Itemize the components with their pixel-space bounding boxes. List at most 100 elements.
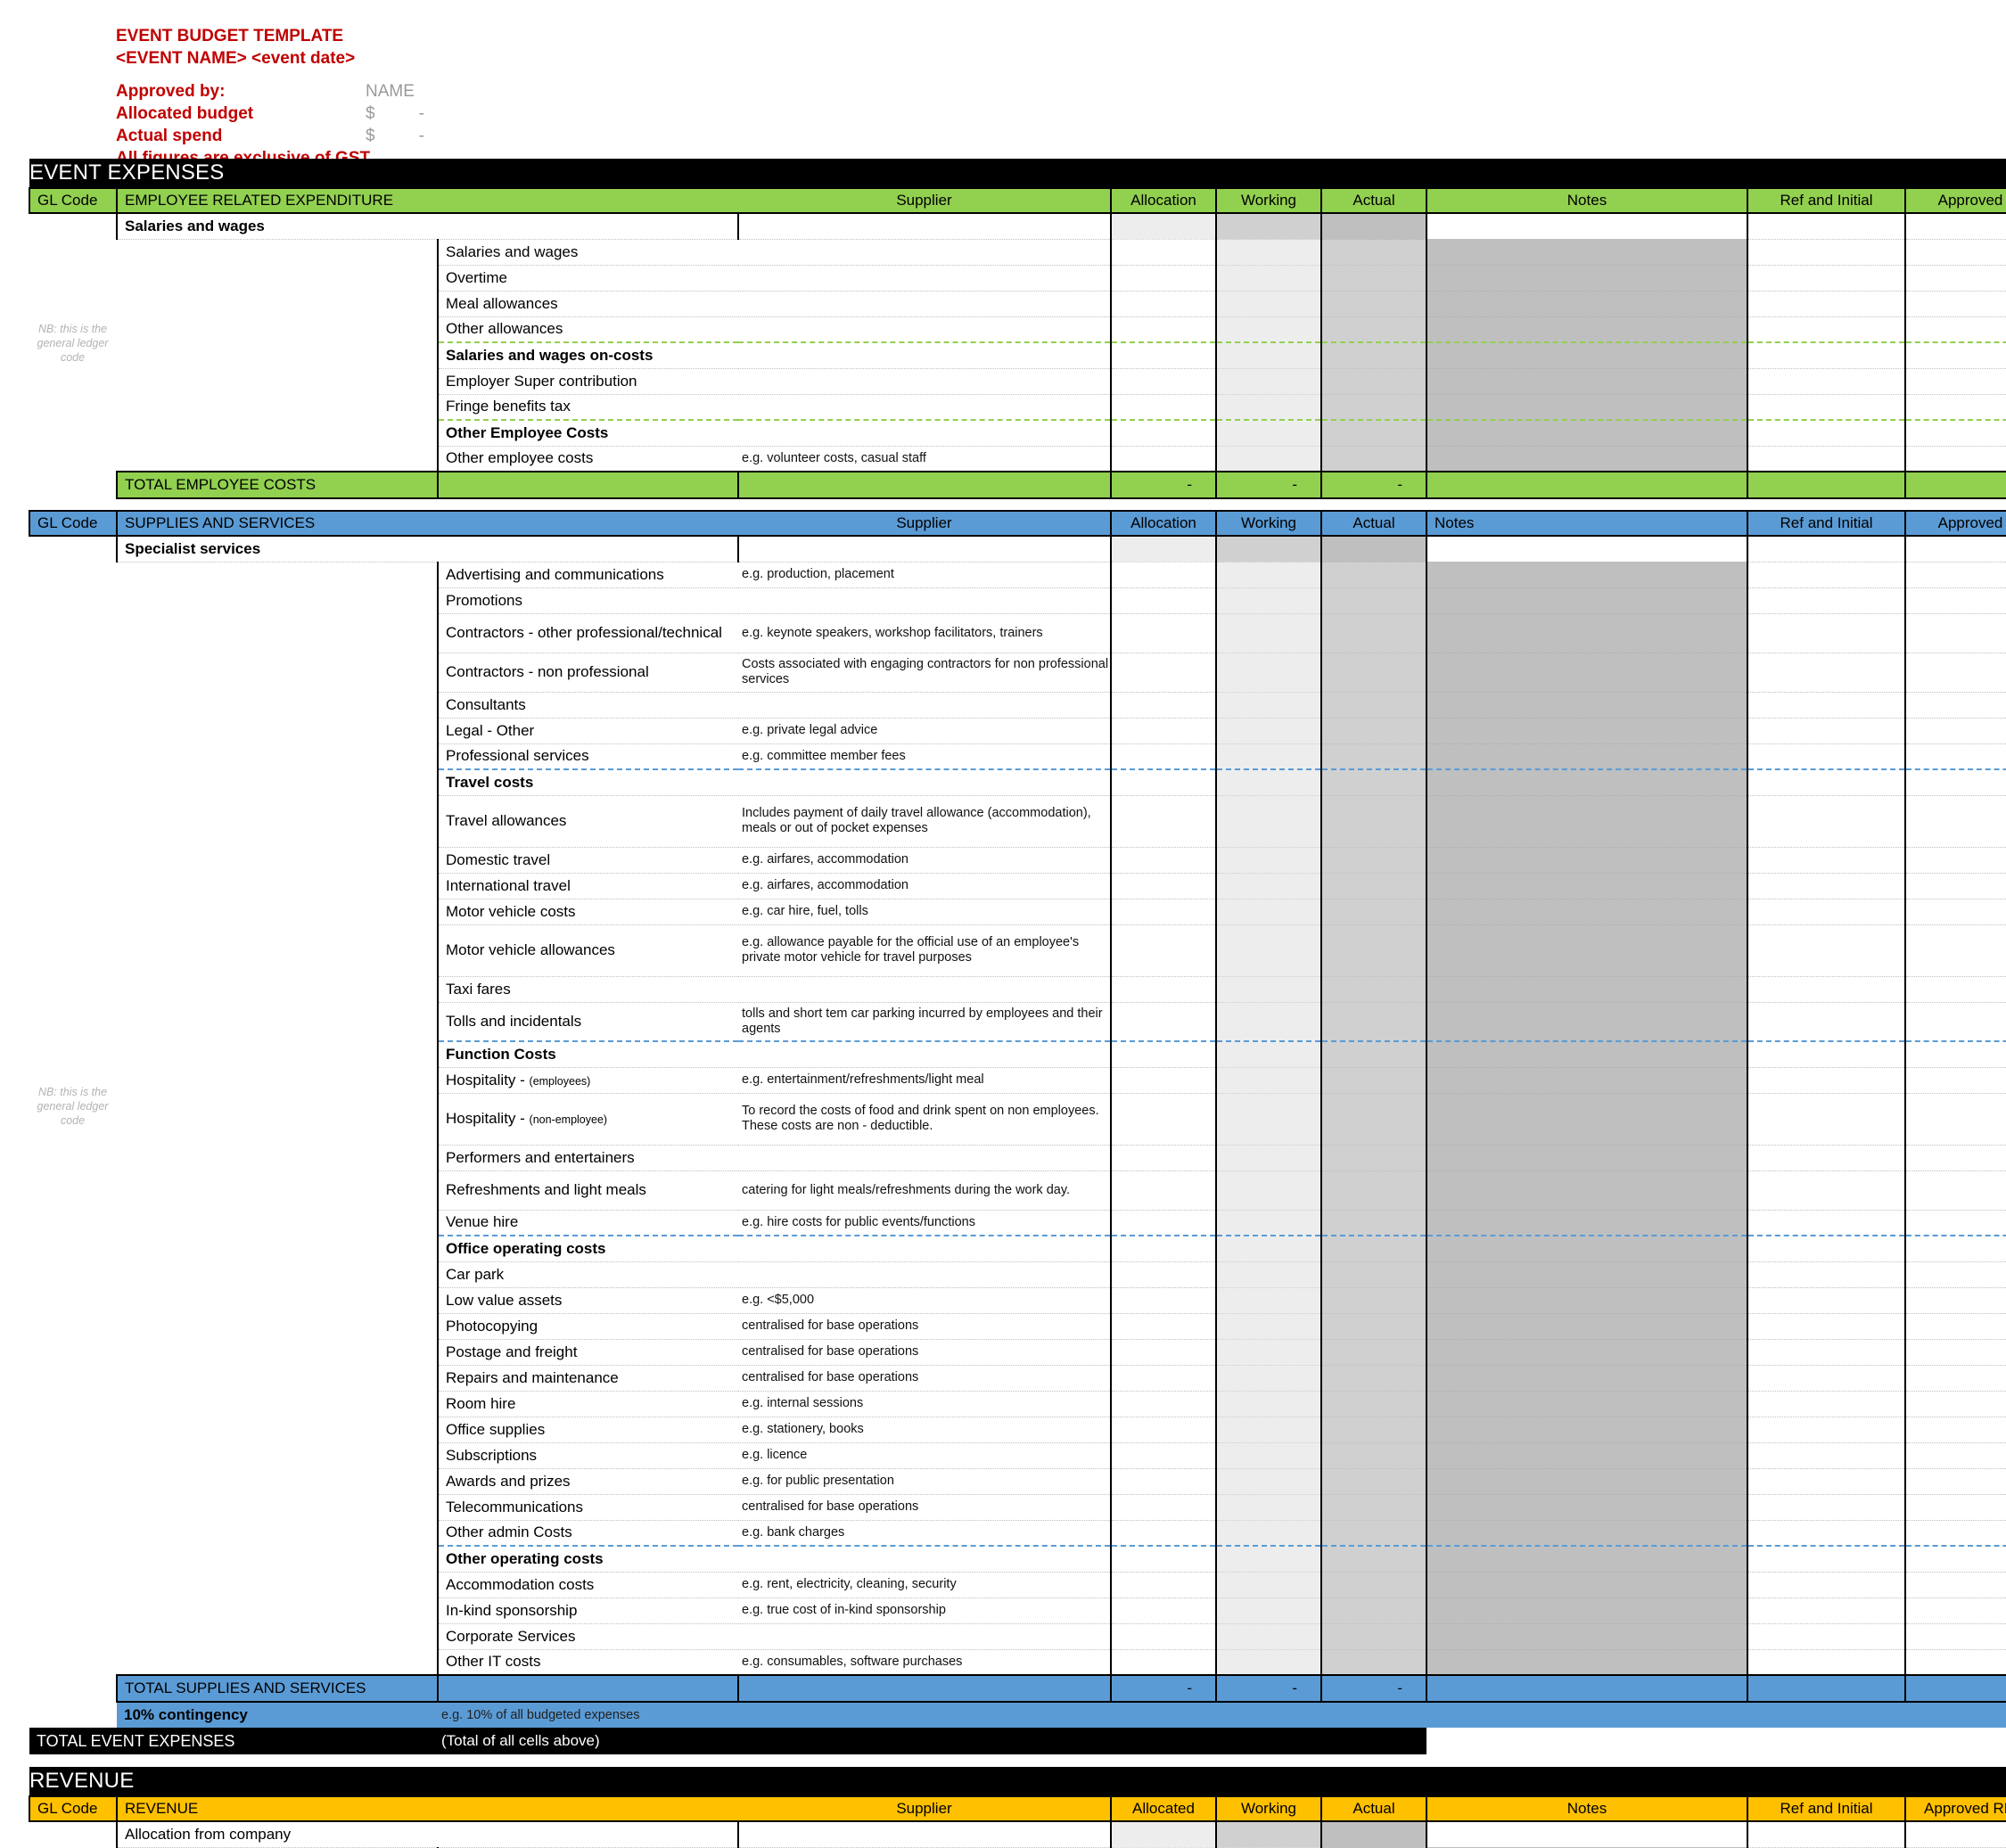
ref-initial-cell[interactable] [1905, 1093, 2006, 1146]
ref-initial-cell[interactable] [1905, 899, 2006, 925]
actual-cell[interactable] [1426, 446, 1748, 472]
working-cell[interactable] [1321, 341, 1427, 369]
allocation-cell[interactable] [1216, 1313, 1322, 1340]
supplier-cell[interactable] [1110, 1468, 1217, 1495]
actual-cell[interactable] [1426, 653, 1748, 693]
allocation-cell[interactable] [1216, 1261, 1322, 1288]
allocation-cell[interactable] [1216, 924, 1322, 977]
allocated-budget-value[interactable]: $ - [366, 103, 424, 125]
actual-cell[interactable] [1426, 368, 1748, 395]
supplier-cell[interactable] [1110, 1093, 1217, 1146]
notes-cell[interactable] [1747, 1520, 1906, 1547]
gl-code-cell[interactable] [117, 1002, 438, 1041]
actual-cell[interactable] [1426, 1572, 1748, 1598]
working-cell[interactable] [1321, 316, 1427, 343]
allocation-cell[interactable] [1216, 768, 1322, 796]
working-cell[interactable] [1321, 239, 1427, 266]
gl-code-cell[interactable] [117, 342, 438, 368]
actual-cell[interactable] [1426, 924, 1748, 977]
working-cell[interactable] [1321, 653, 1427, 693]
working-cell[interactable] [1321, 1649, 1427, 1676]
working-cell[interactable] [1321, 899, 1427, 925]
ref-initial-cell[interactable] [1905, 1649, 2006, 1676]
supplier-cell[interactable] [1110, 1365, 1217, 1392]
gl-code-cell[interactable] [117, 1093, 438, 1145]
ref-initial-cell[interactable] [1905, 1365, 2006, 1392]
working-cell[interactable] [1321, 291, 1427, 317]
actual-cell[interactable] [1426, 1623, 1748, 1650]
allocation-cell[interactable] [1111, 1821, 1217, 1848]
actual-cell[interactable] [1321, 212, 1427, 240]
supplier-cell[interactable] [1110, 1572, 1217, 1598]
actual-cell[interactable] [1426, 1313, 1748, 1340]
supplier-cell[interactable] [1110, 562, 1217, 588]
supplier-cell[interactable] [1110, 1545, 1217, 1573]
gl-code-cell[interactable] [117, 1287, 438, 1313]
actual-cell[interactable] [1426, 1417, 1748, 1443]
gl-code-cell[interactable] [117, 316, 438, 342]
working-cell[interactable] [1321, 265, 1427, 292]
allocation-cell[interactable] [1216, 446, 1322, 472]
notes-cell[interactable] [1747, 847, 1906, 874]
allocation-cell[interactable] [1216, 718, 1322, 744]
working-cell[interactable] [1321, 1520, 1427, 1547]
working-cell[interactable] [1321, 1623, 1427, 1650]
notes-cell[interactable] [1747, 562, 1906, 588]
working-cell[interactable] [1321, 1572, 1427, 1598]
gl-code-cell[interactable] [117, 847, 438, 873]
notes-cell[interactable] [1747, 394, 1906, 421]
notes-cell[interactable] [1747, 419, 1906, 447]
allocation-cell[interactable] [1216, 1597, 1322, 1624]
ref-initial-cell[interactable] [1905, 1468, 2006, 1495]
allocation-cell[interactable] [1216, 1520, 1322, 1547]
ref-initial-cell[interactable] [1905, 562, 2006, 588]
actual-cell[interactable] [1426, 1002, 1748, 1042]
notes-cell[interactable] [1747, 976, 1906, 1003]
supplier-cell[interactable] [1110, 1235, 1217, 1262]
supplier-cell[interactable] [1110, 446, 1217, 472]
ref-initial-cell[interactable] [1905, 847, 2006, 874]
ref-initial-cell[interactable] [1905, 1067, 2006, 1094]
ref-initial-cell[interactable] [1905, 1339, 2006, 1366]
ref-initial-cell[interactable] [1747, 535, 1906, 563]
notes-cell[interactable] [1747, 1002, 1906, 1042]
allocation-cell[interactable] [1216, 976, 1322, 1003]
approved-cell[interactable] [1905, 535, 2006, 563]
supplier-cell[interactable] [1110, 1417, 1217, 1443]
working-cell[interactable] [1321, 743, 1427, 770]
allocation-cell[interactable] [1216, 265, 1322, 292]
actual-cell[interactable] [1426, 613, 1748, 653]
contingency-supplier[interactable] [738, 1702, 2006, 1728]
ref-initial-cell[interactable] [1905, 446, 2006, 472]
notes-cell[interactable] [1747, 368, 1906, 395]
allocation-cell[interactable] [1216, 316, 1322, 343]
supplier-cell[interactable] [1110, 899, 1217, 925]
notes-cell[interactable] [1747, 1391, 1906, 1417]
working-cell[interactable] [1321, 394, 1427, 421]
allocation-cell[interactable] [1216, 899, 1322, 925]
ref-initial-cell[interactable] [1905, 239, 2006, 266]
working-cell[interactable] [1321, 873, 1427, 899]
notes-cell[interactable] [1747, 1040, 1906, 1068]
supplier-cell[interactable] [737, 212, 1112, 240]
working-cell[interactable] [1321, 1494, 1427, 1521]
supplier-cell[interactable] [1110, 847, 1217, 874]
ref-initial-cell[interactable] [1905, 1313, 2006, 1340]
ref-initial-cell[interactable] [1905, 1287, 2006, 1314]
allocation-cell[interactable] [1216, 692, 1322, 719]
ref-initial-cell[interactable] [1905, 924, 2006, 977]
allocation-cell[interactable] [1216, 1002, 1322, 1042]
allocation-cell[interactable] [1216, 1417, 1322, 1443]
notes-cell[interactable] [1747, 743, 1906, 770]
working-cell[interactable] [1321, 1235, 1427, 1262]
allocation-cell[interactable] [1216, 562, 1322, 588]
allocation-cell[interactable] [1216, 1365, 1322, 1392]
gl-code-cell[interactable] [117, 1391, 438, 1417]
working-cell[interactable] [1321, 768, 1427, 796]
ref-initial-cell[interactable] [1905, 394, 2006, 421]
ref-initial-cell[interactable] [1905, 1545, 2006, 1573]
actual-cell[interactable] [1426, 1210, 1748, 1236]
notes-cell[interactable] [1426, 535, 1748, 563]
gl-code-cell[interactable] [117, 976, 438, 1002]
ref-initial-cell[interactable] [1905, 1145, 2006, 1171]
